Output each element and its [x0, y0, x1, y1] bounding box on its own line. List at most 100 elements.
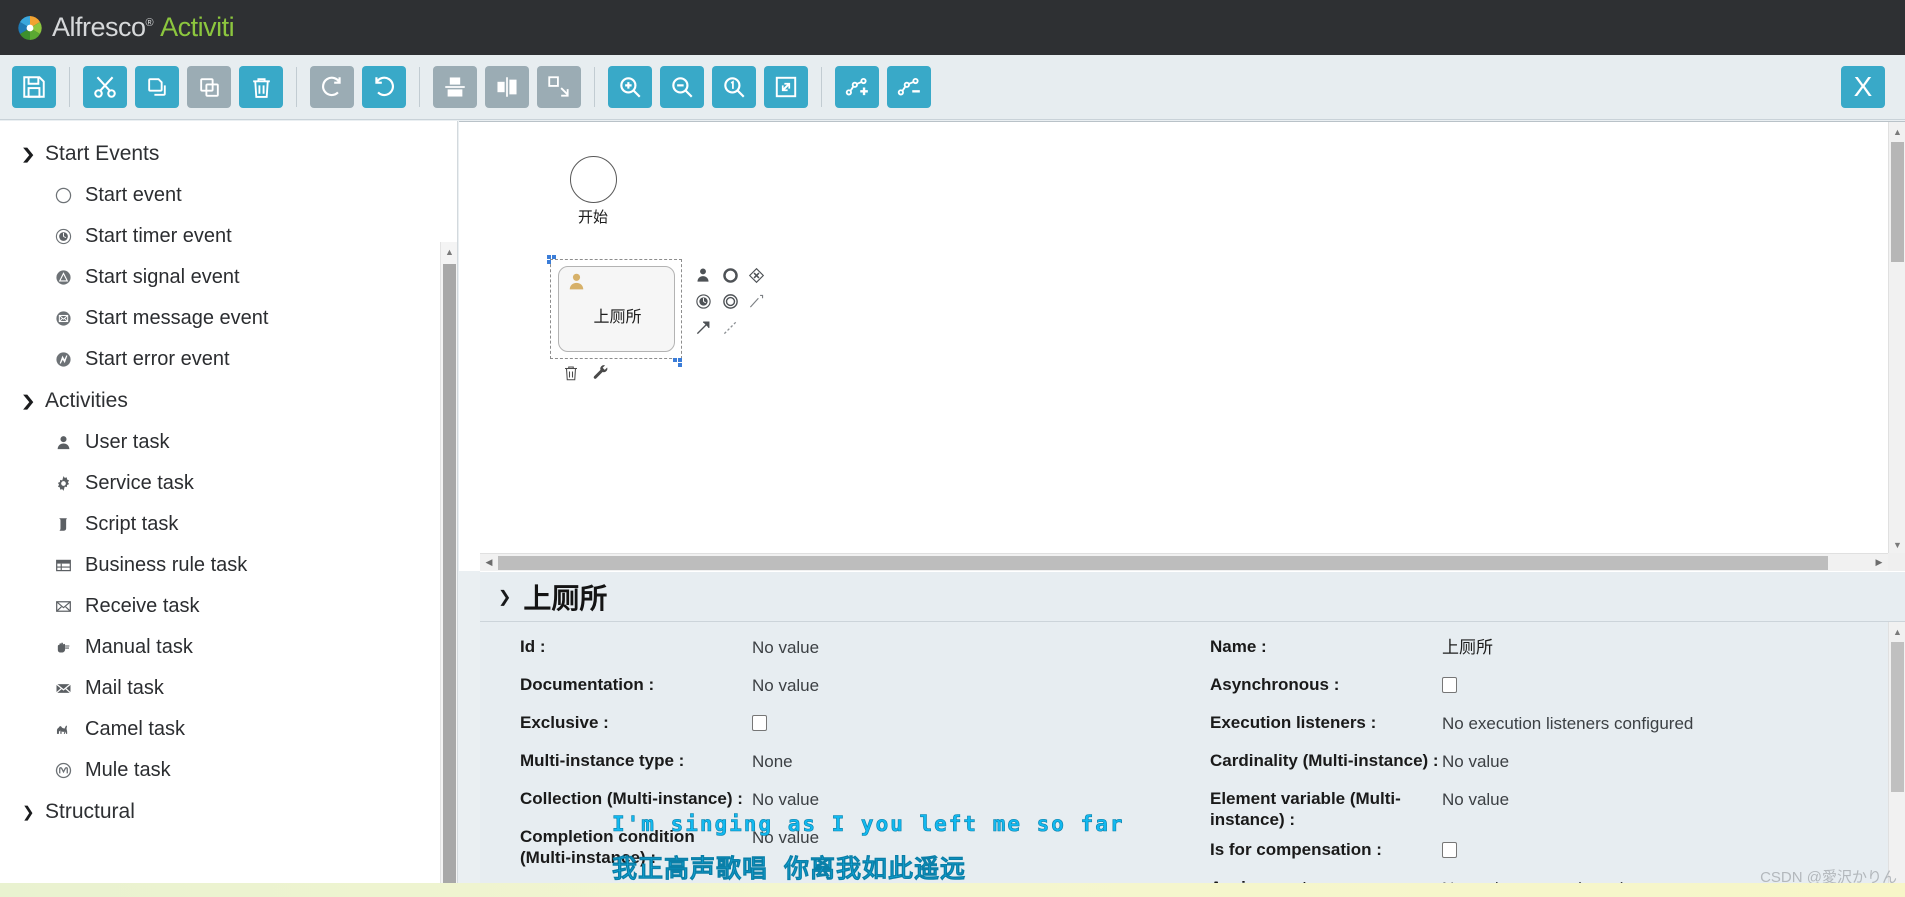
save-button[interactable]: [12, 66, 56, 108]
undo-button[interactable]: [362, 66, 406, 108]
scroll-up-arrow-icon[interactable]: ▲: [1889, 122, 1905, 142]
palette-group-structural[interactable]: ❯ Structural: [0, 791, 457, 833]
copy-button[interactable]: [135, 66, 179, 108]
start-event-label: 开始: [577, 209, 608, 226]
property-value[interactable]: No value: [752, 788, 819, 810]
palette-item-start-event[interactable]: Start event: [0, 175, 457, 216]
palette-item-label: User task: [85, 431, 170, 453]
fit-to-screen-button[interactable]: [764, 66, 808, 108]
palette-item-label: Start event: [85, 184, 182, 206]
timer-clock-icon[interactable]: [690, 288, 717, 314]
selection-handle-b[interactable]: [673, 358, 677, 362]
start-event-shape[interactable]: [570, 156, 617, 203]
palette-item-manual-task[interactable]: Manual task: [0, 627, 457, 668]
user-task-label: 上厕所: [593, 309, 642, 326]
palette-item-business-rule-task[interactable]: Business rule task: [0, 545, 457, 586]
property-value[interactable]: No value: [752, 674, 819, 696]
zoom-actual-size-button[interactable]: [712, 66, 756, 108]
edit-shape-button[interactable]: [592, 364, 610, 387]
asynchronous-checkbox[interactable]: [1442, 677, 1457, 693]
delete-button[interactable]: [239, 66, 283, 108]
morph-menu-row: [690, 314, 770, 340]
scroll-up-arrow-icon[interactable]: ▲: [1889, 622, 1905, 642]
toolbar-separator: [594, 67, 595, 107]
align-horizontal-button[interactable]: [485, 66, 529, 108]
canvas-hscroll-thumb[interactable]: [498, 556, 1828, 570]
property-row-documentation: Documentation : No value: [480, 670, 1170, 708]
paste-button[interactable]: [187, 66, 231, 108]
shape-edit-actions: [562, 364, 610, 387]
property-value[interactable]: No value: [1442, 750, 1509, 772]
scroll-up-arrow-icon[interactable]: ▲: [441, 242, 457, 262]
is-for-compensation-checkbox[interactable]: [1442, 841, 1457, 858]
properties-panel: ❯ 上厕所 Id : No value Documentation : No v…: [480, 571, 1905, 883]
selection-handle-t[interactable]: [552, 255, 556, 259]
align-vertical-button[interactable]: [433, 66, 477, 108]
palette-item-receive-task[interactable]: Receive task: [0, 586, 457, 627]
palette-item-user-task[interactable]: User task: [0, 422, 457, 463]
circle-thick-icon[interactable]: [717, 262, 744, 288]
canvas-horizontal-scrollbar[interactable]: ◀ ▶: [480, 553, 1905, 571]
palette-item-camel-task[interactable]: Camel task: [0, 709, 457, 750]
palette-item-start-signal-event[interactable]: Start signal event: [0, 257, 457, 298]
cut-button[interactable]: [83, 66, 127, 108]
palette-group-activities[interactable]: ❯ Activities: [0, 380, 457, 422]
dashed-line-icon[interactable]: [717, 314, 744, 340]
properties-vscroll-thumb[interactable]: [1891, 642, 1904, 792]
palette-item-start-timer-event[interactable]: Start timer event: [0, 216, 457, 257]
palette-item-label: Mule task: [85, 759, 171, 781]
property-label: Cardinality (Multi-instance) :: [1210, 751, 1439, 770]
palette-list: ❯ Start Events Start event Start timer e: [0, 121, 457, 833]
palette-group-start-events[interactable]: ❯ Start Events: [0, 133, 457, 175]
properties-header[interactable]: ❯ 上厕所: [480, 572, 1905, 622]
arrow-up-right-icon[interactable]: [690, 314, 717, 340]
palette-scroll-thumb[interactable]: [443, 264, 456, 883]
selection-handle-tl[interactable]: [547, 255, 551, 259]
resize-same-size-button[interactable]: [537, 66, 581, 108]
selection-handle-r[interactable]: [678, 363, 682, 367]
property-value[interactable]: No value: [1442, 788, 1509, 810]
property-label: Documentation :: [520, 675, 655, 694]
property-value[interactable]: No execution listeners configured: [1442, 712, 1693, 734]
user-icon[interactable]: [690, 262, 717, 288]
property-value[interactable]: No value: [752, 826, 819, 848]
property-row-completion-condition: Completion condition (Multi-instance) : …: [480, 822, 1170, 873]
double-circle-icon[interactable]: [717, 288, 744, 314]
scroll-right-arrow-icon[interactable]: ▶: [1870, 554, 1888, 571]
redo-button[interactable]: [310, 66, 354, 108]
canvas-vertical-scrollbar[interactable]: ▲ ▼: [1888, 122, 1905, 555]
scroll-left-arrow-icon[interactable]: ◀: [480, 554, 498, 571]
palette-item-start-message-event[interactable]: Start message event: [0, 298, 457, 339]
properties-left-column: Id : No value Documentation : No value E…: [480, 622, 1170, 883]
palette-vertical-scrollbar[interactable]: ▲: [440, 242, 457, 883]
diamond-gateway-icon[interactable]: [743, 262, 770, 288]
close-editor-button[interactable]: X: [1841, 66, 1885, 108]
bpmn-canvas[interactable]: 开始 上厕所: [480, 122, 1863, 571]
properties-vertical-scrollbar[interactable]: ▲ ▼: [1888, 622, 1905, 883]
palette-item-start-error-event[interactable]: Start error event: [0, 339, 457, 380]
user-task-shape[interactable]: 上厕所: [558, 266, 675, 352]
add-bendpoint-button[interactable]: [835, 66, 879, 108]
chevron-down-icon: ❯: [20, 146, 36, 163]
property-row-name: Name : 上厕所: [1170, 632, 1860, 670]
property-value[interactable]: No value: [752, 636, 819, 658]
delete-shape-button[interactable]: [562, 364, 580, 387]
property-value[interactable]: 上厕所: [1442, 636, 1493, 658]
footer-strip: [0, 883, 1905, 897]
palette-item-mail-task[interactable]: Mail task: [0, 668, 457, 709]
zoom-out-button[interactable]: [660, 66, 704, 108]
boundary-hook-icon[interactable]: [743, 288, 770, 314]
zoom-in-button[interactable]: [608, 66, 652, 108]
palette-item-script-task[interactable]: Script task: [0, 504, 457, 545]
scroll-down-arrow-icon[interactable]: ▼: [1889, 535, 1905, 555]
selection-handle-l[interactable]: [547, 260, 551, 264]
canvas-vscroll-thumb[interactable]: [1891, 142, 1904, 262]
property-value[interactable]: None: [752, 750, 793, 772]
palette-item-service-task[interactable]: Service task: [0, 463, 457, 504]
palette-item-label: Manual task: [85, 636, 193, 658]
morph-menu-row: [690, 262, 770, 288]
palette-item-mule-task[interactable]: Mule task: [0, 750, 457, 791]
remove-bendpoint-button[interactable]: [887, 66, 931, 108]
exclusive-checkbox[interactable]: [752, 715, 767, 731]
selection-handle-br[interactable]: [678, 358, 682, 362]
